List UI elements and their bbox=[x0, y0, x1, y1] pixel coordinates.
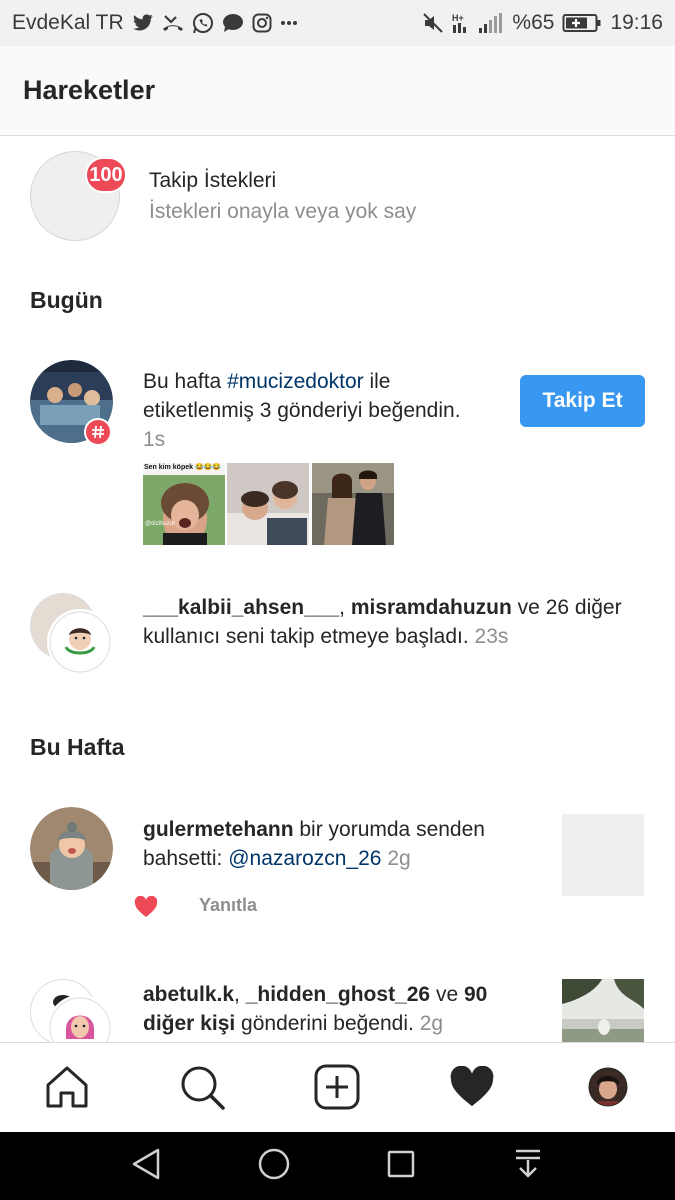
liker-username-1[interactable]: abetulk.k bbox=[143, 983, 234, 1006]
thumbnail-caption: Sen kim köpek 😂😂😂 bbox=[144, 464, 222, 471]
system-recents-button[interactable] bbox=[383, 1148, 419, 1184]
mention-username[interactable]: gulermetehann bbox=[143, 818, 294, 841]
page-title: Hareketler bbox=[23, 75, 156, 105]
separator: , bbox=[339, 596, 351, 619]
follower-username-1[interactable]: ___kalbii_ahsen___ bbox=[143, 596, 339, 619]
follow-notification-text: ___kalbii_ahsen___, misramdahuzun ve 26 … bbox=[143, 593, 633, 651]
follow-requests-count-badge: 100 bbox=[85, 157, 127, 193]
follow-requests-row[interactable]: 100 Takip İstekleri İstekleri onayla vey… bbox=[30, 151, 645, 241]
app-header: Hareketler bbox=[0, 46, 675, 136]
signal-4g-icon: H+ bbox=[452, 12, 470, 34]
clock: 19:16 bbox=[610, 11, 663, 34]
missed-call-icon bbox=[162, 13, 184, 33]
status-right: H+ %65 19:16 bbox=[422, 11, 663, 35]
liked-post-thumbnail[interactable] bbox=[562, 979, 644, 1042]
carrier-label: EvdeKal TR bbox=[12, 11, 124, 34]
status-bar: EvdeKal TR H+ %65 19:16 bbox=[0, 0, 675, 46]
mute-icon bbox=[422, 12, 444, 34]
system-back-button[interactable] bbox=[128, 1148, 164, 1184]
follower-username-2[interactable]: misramdahuzun bbox=[351, 596, 512, 619]
hashtag-badge-icon bbox=[84, 418, 112, 446]
mention-handle-link[interactable]: @nazarozcn_26 bbox=[228, 847, 381, 870]
battery-charging-icon bbox=[562, 13, 602, 33]
likes-text-and: ve bbox=[430, 983, 464, 1006]
like-comment-heart-icon[interactable] bbox=[134, 895, 158, 923]
follow-hashtag-button[interactable]: Takip Et bbox=[520, 375, 645, 427]
hashtag-text-prefix: Bu hafta bbox=[143, 370, 228, 393]
recents-icon bbox=[386, 1149, 416, 1184]
whatsapp-icon bbox=[192, 12, 214, 34]
profile-avatar bbox=[588, 1067, 628, 1112]
back-icon bbox=[130, 1147, 162, 1186]
likes-notification-text: abetulk.k, _hidden_ghost_26 ve 90 diğer … bbox=[143, 980, 523, 1038]
system-home-button[interactable] bbox=[256, 1148, 292, 1184]
twitter-icon bbox=[132, 14, 154, 32]
liker-username-2[interactable]: _hidden_ghost_26 bbox=[246, 983, 430, 1006]
activity-feed[interactable]: 100 Takip İstekleri İstekleri onayla vey… bbox=[0, 137, 675, 1042]
section-title-this-week: Bu Hafta bbox=[30, 734, 125, 760]
hashtag-time: 1s bbox=[143, 428, 166, 451]
home-icon bbox=[44, 1064, 90, 1115]
new-post-tab[interactable] bbox=[313, 1064, 361, 1115]
message-icon bbox=[222, 13, 244, 33]
instagram-icon bbox=[252, 13, 272, 33]
add-post-icon bbox=[314, 1064, 360, 1115]
more-dots-icon bbox=[280, 20, 298, 26]
reply-button[interactable]: Yanıtla bbox=[199, 895, 257, 916]
likes-text-suffix: gönderini beğendi. bbox=[235, 1012, 420, 1035]
activity-screen: EvdeKal TR H+ %65 19:16 Hareketler 100 T… bbox=[0, 0, 675, 1200]
home-tab[interactable] bbox=[43, 1065, 91, 1113]
follow-time: 23s bbox=[474, 625, 509, 648]
notification-pull-icon bbox=[511, 1147, 545, 1186]
hashtag-post-thumbnail[interactable]: Sen kim köpek 😂😂😂 @dizihuzur bbox=[143, 463, 225, 545]
system-notifications-button[interactable] bbox=[510, 1148, 546, 1184]
follow-requests-subtitle: İstekleri onayla veya yok say bbox=[149, 200, 417, 223]
hashtag-notification-text: Bu hafta #mucizedoktor ile etiketlenmiş … bbox=[143, 367, 503, 454]
status-left: EvdeKal TR bbox=[12, 11, 298, 35]
android-system-nav bbox=[0, 1132, 675, 1200]
hashtag-post-thumbnail[interactable] bbox=[227, 463, 309, 545]
separator: , bbox=[234, 983, 246, 1006]
section-title-today: Bugün bbox=[30, 287, 103, 313]
mention-notification-text: gulermetehann bir yorumda senden bahsett… bbox=[143, 815, 543, 873]
battery-percent: %65 bbox=[512, 11, 555, 34]
search-tab[interactable] bbox=[178, 1065, 226, 1113]
follower-avatar-front[interactable] bbox=[47, 609, 113, 675]
search-icon bbox=[179, 1064, 225, 1115]
heart-icon bbox=[449, 1065, 495, 1113]
hashtag-link[interactable]: #mucizedoktor bbox=[227, 370, 364, 393]
follow-requests-title: Takip İstekleri bbox=[149, 169, 277, 192]
likes-time: 2g bbox=[419, 1012, 444, 1035]
svg-text:H+: H+ bbox=[452, 13, 464, 23]
signal-bars-icon bbox=[478, 12, 504, 34]
hashtag-post-thumbnail[interactable] bbox=[312, 463, 394, 545]
mention-user-avatar[interactable] bbox=[30, 807, 113, 890]
thumbnail-watermark: @dizihuzur bbox=[145, 521, 176, 527]
profile-tab[interactable] bbox=[584, 1065, 632, 1113]
mention-post-thumbnail[interactable] bbox=[562, 814, 644, 896]
bottom-navigation-bar bbox=[0, 1042, 675, 1132]
home-circle-icon bbox=[257, 1147, 291, 1186]
activity-tab[interactable] bbox=[448, 1065, 496, 1113]
mention-time: 2g bbox=[381, 847, 411, 870]
